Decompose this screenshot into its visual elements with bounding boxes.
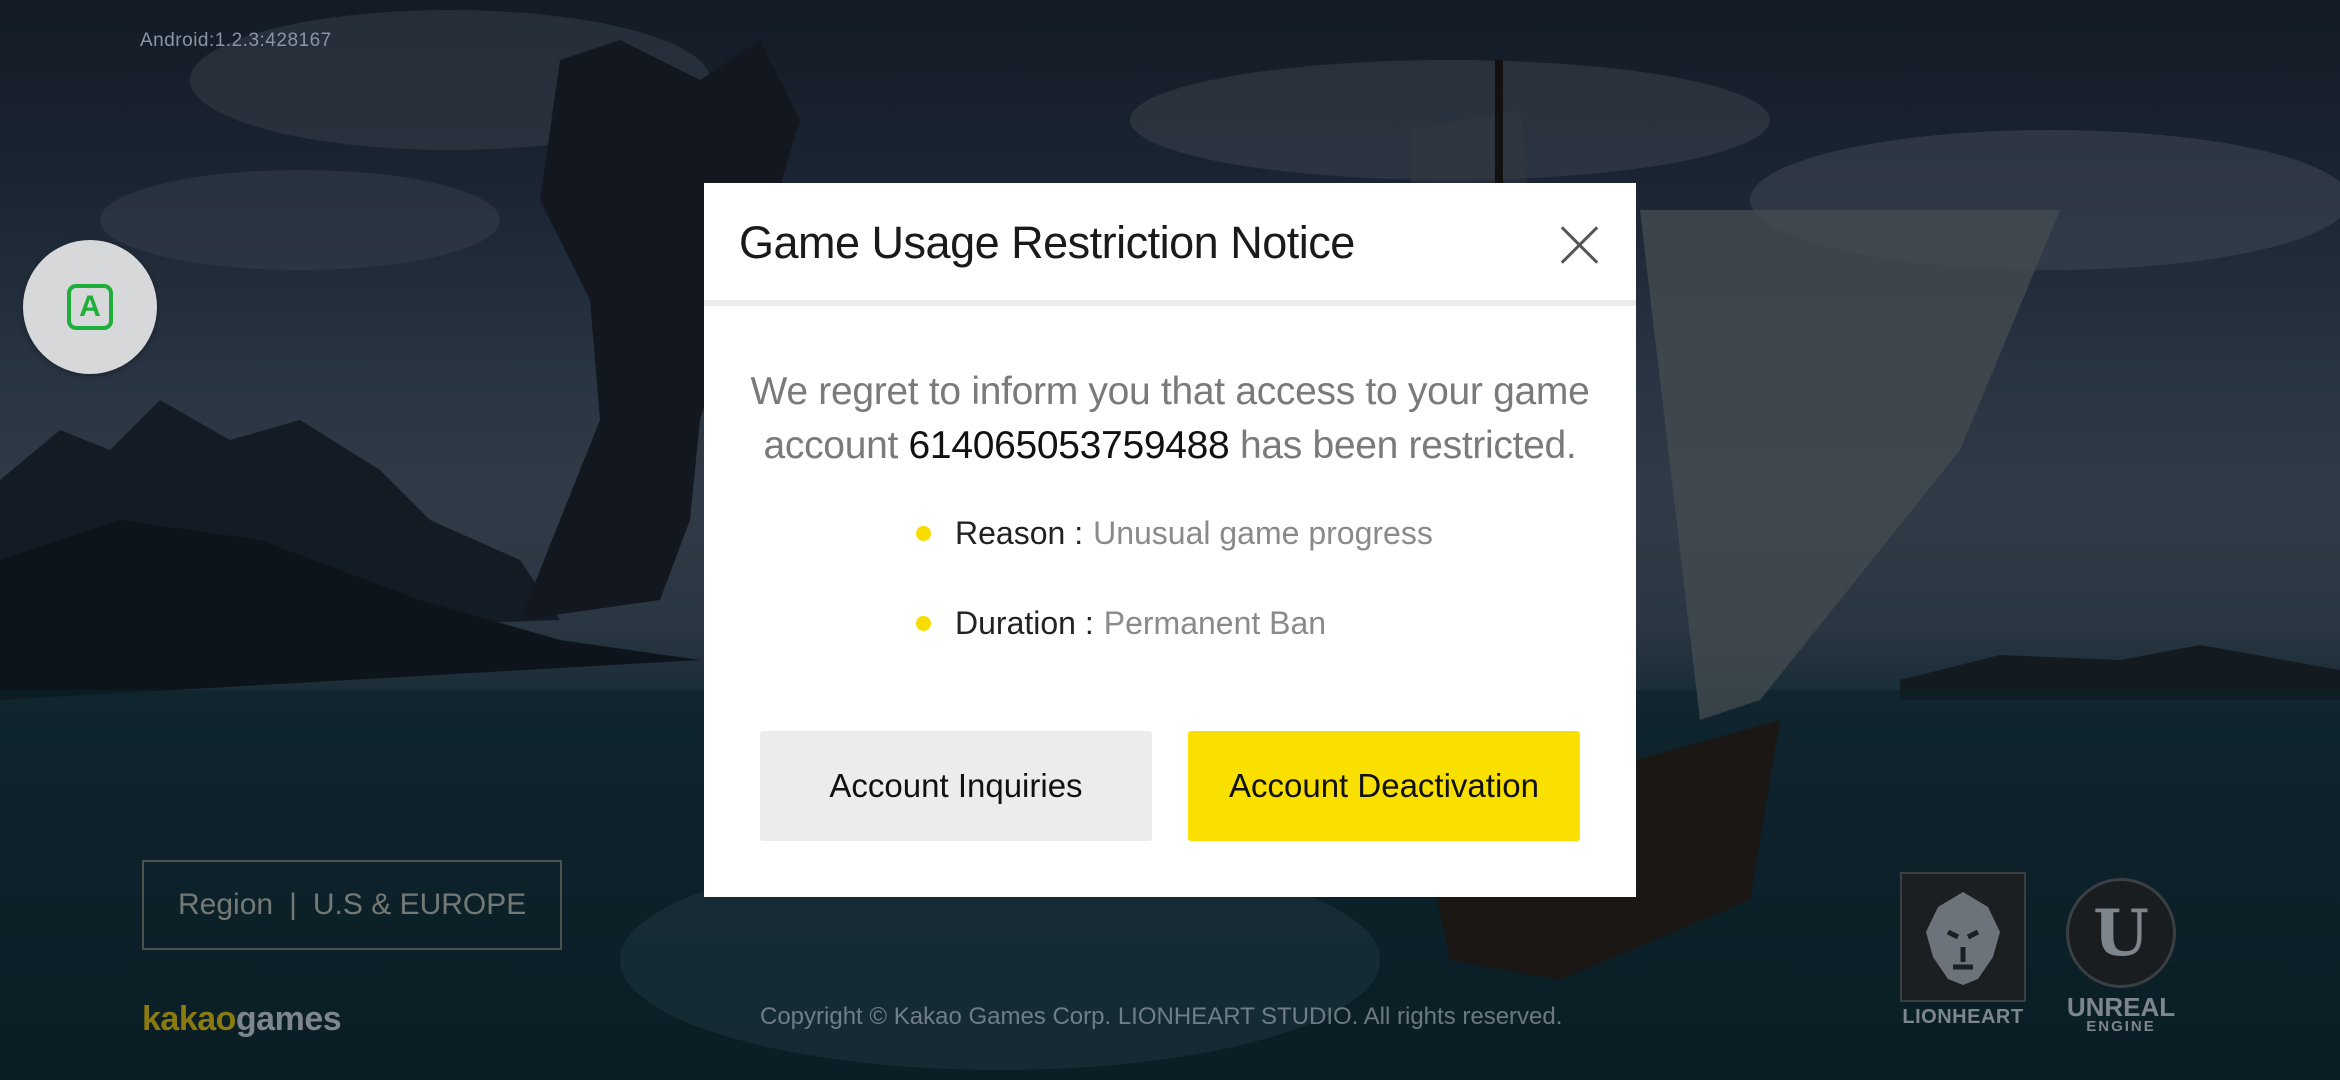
kakao-wordmark: kakao bbox=[142, 1000, 236, 1038]
kakaogames-logo: kakaogames bbox=[142, 1000, 342, 1039]
lionheart-text: LIONHEART bbox=[1902, 1006, 2024, 1028]
message-after: has been restricted. bbox=[1229, 424, 1577, 467]
unreal-engine-logo: U UNREAL ENGINE bbox=[2046, 878, 2196, 1038]
reason-label: Reason : bbox=[955, 515, 1084, 551]
close-icon[interactable] bbox=[1560, 225, 1600, 265]
restriction-dialog: Game Usage Restriction Notice We regret … bbox=[704, 183, 1636, 897]
reason-value: Unusual game progress bbox=[1093, 515, 1433, 551]
floating-assist-button[interactable]: A bbox=[23, 240, 157, 374]
dialog-title: Game Usage Restriction Notice bbox=[739, 217, 1355, 268]
region-selector[interactable]: Region | U.S & EUROPE bbox=[142, 860, 562, 950]
reason-row: Reason : Unusual game progress bbox=[916, 515, 1433, 552]
version-label: Android:1.2.3:428167 bbox=[140, 30, 332, 51]
lion-icon bbox=[1900, 872, 2026, 1002]
unreal-u-icon: U bbox=[2066, 878, 2176, 988]
unreal-text: UNREAL bbox=[2066, 992, 2176, 1022]
region-value: U.S & EUROPE bbox=[312, 888, 527, 921]
lionheart-logo: LIONHEART bbox=[1900, 872, 2026, 1032]
duration-value: Permanent Ban bbox=[1103, 605, 1327, 641]
restriction-message: We regret to inform you that access to y… bbox=[704, 365, 1636, 473]
a-icon: A bbox=[67, 284, 113, 330]
duration-label: Duration : bbox=[955, 605, 1094, 641]
account-id: 614065053759488 bbox=[908, 424, 1230, 467]
games-wordmark: games bbox=[235, 1000, 342, 1038]
account-inquiries-button[interactable]: Account Inquiries bbox=[760, 731, 1152, 841]
duration-row: Duration : Permanent Ban bbox=[916, 605, 1326, 642]
region-separator: | bbox=[289, 888, 297, 921]
region-label: Region bbox=[178, 888, 274, 921]
account-deactivation-button[interactable]: Account Deactivation bbox=[1188, 731, 1580, 841]
bullet-icon bbox=[916, 526, 931, 541]
copyright-text: Copyright © Kakao Games Corp. LIONHEART … bbox=[760, 1003, 1563, 1030]
dialog-header: Game Usage Restriction Notice bbox=[704, 183, 1636, 306]
bullet-icon bbox=[916, 616, 931, 631]
